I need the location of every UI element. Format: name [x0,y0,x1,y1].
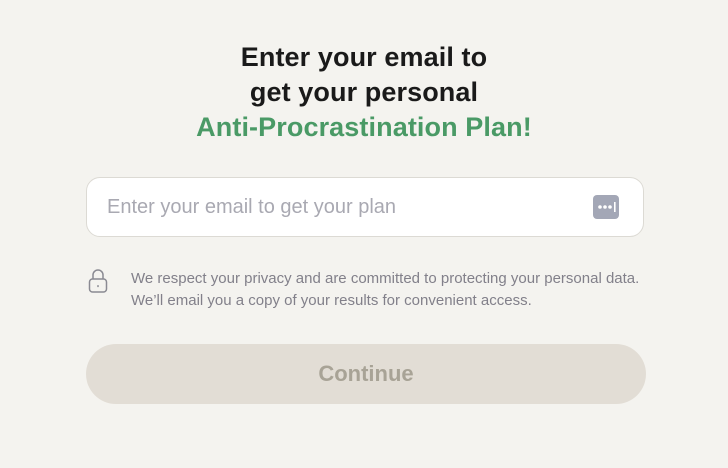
lock-icon [88,268,108,294]
heading-accent: Anti-Procrastination Plan! [196,112,532,142]
heading-line-1: Enter your email to [240,42,488,72]
privacy-text: We respect your privacy and are committe… [131,270,640,309]
page-heading: Enter your email to get your personal An… [0,40,728,145]
email-capture-page: Enter your email to get your personal An… [0,0,728,468]
email-input[interactable] [107,178,577,236]
privacy-notice: We respect your privacy and are committe… [88,266,648,316]
heading-line-2: get your personal [249,77,479,107]
password-manager-icon[interactable] [593,194,619,220]
email-field-container [86,177,644,237]
continue-button[interactable]: Continue [86,344,646,404]
